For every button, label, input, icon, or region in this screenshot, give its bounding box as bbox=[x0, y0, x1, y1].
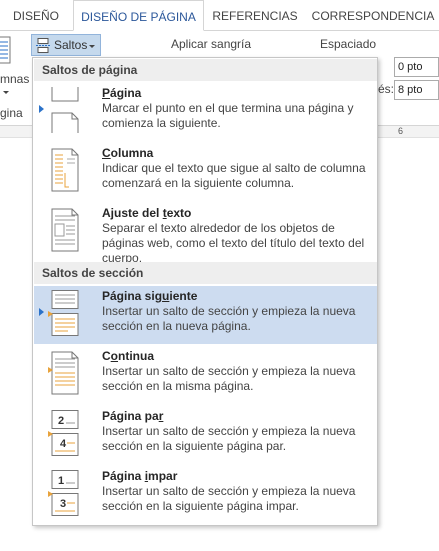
spacing-after-label: és: bbox=[378, 82, 395, 96]
menu-item-pagina-siguiente[interactable]: Página siguiente Insertar un salto de se… bbox=[34, 286, 377, 344]
menu-item-pagina-impar[interactable]: 1 3 Página impar Insertar un salto de se… bbox=[34, 466, 377, 524]
item-description: Indicar que el texto que sigue al salto … bbox=[102, 161, 366, 190]
item-title: Página bbox=[102, 86, 142, 100]
section-header-section-breaks: Saltos de sección bbox=[34, 262, 377, 284]
odd-page-break-icon: 1 3 bbox=[48, 470, 79, 516]
item-description: Separar el texto alrededor de los objeto… bbox=[102, 221, 365, 265]
selection-marker-icon bbox=[39, 105, 44, 113]
item-title: Continua bbox=[102, 349, 155, 363]
tab-referencias[interactable]: REFERENCIAS bbox=[204, 0, 306, 31]
chevron-down-icon bbox=[89, 45, 95, 48]
item-title: Ajuste del texto bbox=[102, 206, 192, 220]
tab-diseno-de-pagina[interactable]: DISEÑO DE PÁGINA bbox=[73, 0, 204, 31]
column-break-icon bbox=[51, 148, 79, 192]
item-description: Insertar un salto de sección y empieza l… bbox=[102, 484, 356, 513]
tab-diseno[interactable]: DISEÑO bbox=[0, 0, 72, 31]
menu-item-pagina-par[interactable]: 2 4 Página par Insertar un salto de secc… bbox=[34, 406, 377, 464]
item-description: Insertar un salto de sección y empieza l… bbox=[102, 424, 356, 453]
item-title: Página siguiente bbox=[102, 289, 198, 303]
page-group-label: gina bbox=[0, 106, 23, 120]
menu-item-ajuste-del-texto[interactable]: Ajuste del texto Separar el texto alrede… bbox=[34, 203, 377, 265]
item-description: Insertar un salto de sección y empieza l… bbox=[102, 304, 356, 333]
spacing-after-input[interactable]: 8 pto bbox=[394, 80, 439, 100]
breaks-icon bbox=[36, 38, 50, 53]
ruler-mark: 6 bbox=[398, 126, 404, 136]
ribbon-tabs: DISEÑO DISEÑO DE PÁGINA REFERENCIAS CORR… bbox=[0, 0, 439, 31]
item-description: Insertar un salto de sección y empieza l… bbox=[102, 364, 356, 393]
espaciado-label: Espaciado bbox=[320, 37, 377, 51]
chevron-down-icon[interactable] bbox=[3, 91, 9, 94]
columns-label[interactable]: mnas bbox=[0, 72, 29, 86]
saltos-button[interactable]: Saltos bbox=[31, 34, 101, 56]
continuous-break-icon bbox=[48, 351, 79, 395]
odd-page-num-a: 1 bbox=[58, 475, 64, 487]
aplicar-sangria-label: Aplicar sangría bbox=[171, 37, 252, 51]
menu-item-columna[interactable]: Columna Indicar que el texto que sigue a… bbox=[34, 143, 377, 201]
even-page-break-icon: 2 4 bbox=[48, 410, 79, 456]
item-title: Página par bbox=[102, 409, 164, 423]
columns-icon[interactable] bbox=[0, 35, 14, 65]
odd-page-num-b: 3 bbox=[60, 498, 66, 510]
tab-correspondencia[interactable]: CORRESPONDENCIA bbox=[307, 0, 439, 31]
section-header-page-breaks: Saltos de página bbox=[34, 59, 377, 81]
saltos-label: Saltos bbox=[54, 38, 88, 52]
menu-item-pagina[interactable]: Página Marcar el punto en el que termina… bbox=[34, 83, 377, 141]
text-wrapping-break-icon bbox=[51, 208, 79, 252]
item-title: Página impar bbox=[102, 469, 178, 483]
selection-marker-icon bbox=[39, 308, 44, 316]
item-title: Columna bbox=[102, 146, 154, 160]
next-page-break-icon bbox=[48, 290, 79, 336]
item-description: Marcar el punto en el que termina una pá… bbox=[102, 101, 354, 130]
page-break-icon bbox=[51, 87, 79, 133]
menu-item-continua[interactable]: Continua Insertar un salto de sección y … bbox=[34, 346, 377, 404]
even-page-num-a: 2 bbox=[58, 415, 64, 427]
even-page-num-b: 4 bbox=[60, 438, 67, 450]
saltos-dropdown-menu: Saltos de página Página Marcar el punto … bbox=[32, 57, 378, 526]
spacing-before-input[interactable]: 0 pto bbox=[394, 57, 439, 77]
